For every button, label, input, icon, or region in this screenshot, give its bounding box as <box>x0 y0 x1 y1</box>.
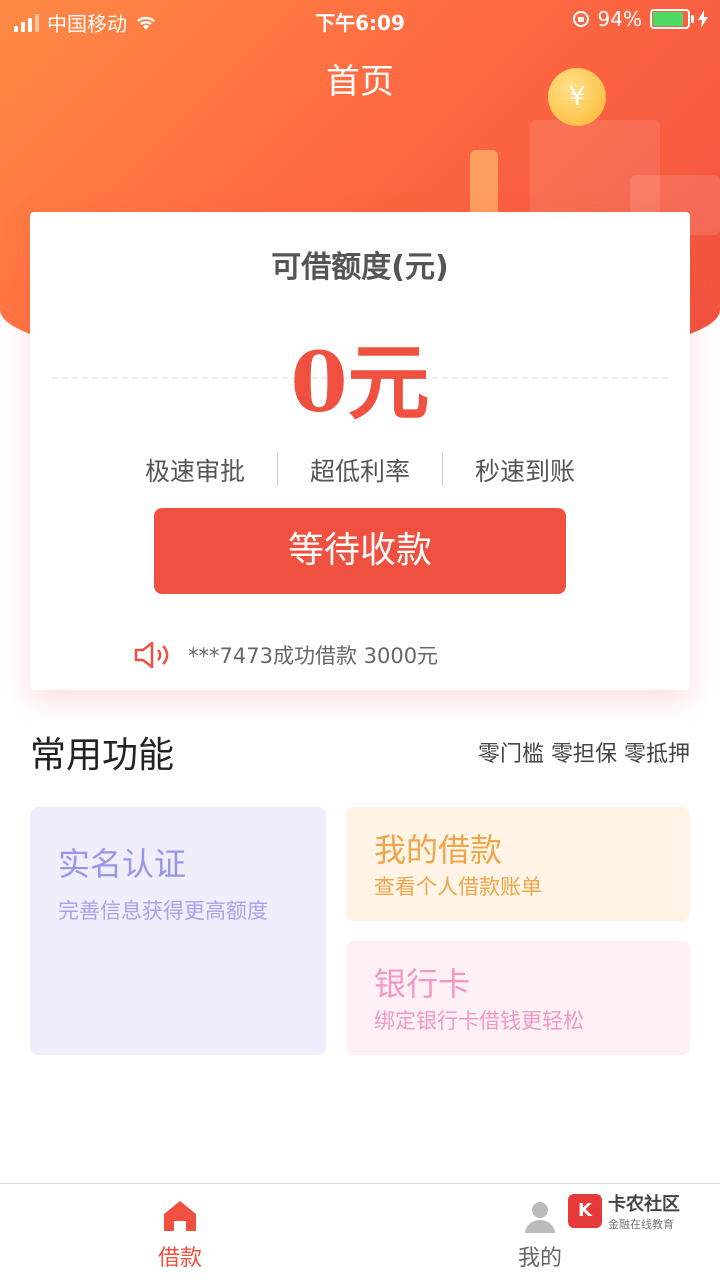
tab-label: 我的 <box>517 1246 562 1271</box>
feature-list: 极速审批 超低利率 秒速到账 <box>30 452 690 488</box>
section-title: 常用功能 <box>30 735 175 776</box>
status-bar: 中国移动 下午6:09 94% <box>0 0 720 40</box>
wait-payment-button[interactable]: 等待收款 <box>154 508 566 594</box>
watermark-logo: K <box>568 1194 602 1228</box>
feature-item: 秒速到账 <box>474 457 575 486</box>
section-subtitle: 零门槛 零担保 零抵押 <box>478 742 690 767</box>
person-decoration <box>470 150 498 220</box>
home-icon <box>164 1201 196 1231</box>
tile-subtitle: 查看个人借款账单 <box>374 875 542 899</box>
feature-item: 超低利率 <box>309 457 410 486</box>
watermark-subtitle: 金融在线教育 <box>608 1218 674 1231</box>
notice-text: ***7473成功借款 3000元 <box>188 644 439 668</box>
tab-loan[interactable]: 借款 <box>120 1198 240 1272</box>
credit-card-panel: 可借额度(元) 0元 极速审批 超低利率 秒速到账 等待收款 ***7473成功… <box>30 212 690 690</box>
watermark: K 卡农社区 金融在线教育 <box>568 1190 680 1232</box>
loan-notice: ***7473成功借款 3000元 <box>134 640 438 670</box>
tile-title: 我的借款 <box>374 831 503 869</box>
tab-label: 借款 <box>157 1246 202 1271</box>
feature-item: 极速审批 <box>144 457 245 486</box>
charging-icon <box>698 10 708 28</box>
my-loans-tile[interactable]: 我的借款 查看个人借款账单 <box>346 807 690 921</box>
watermark-title: 卡农社区 <box>608 1194 680 1215</box>
real-name-auth-tile[interactable]: 实名认证 完善信息获得更高额度 <box>30 807 326 1055</box>
tile-title: 银行卡 <box>374 965 471 1003</box>
page-title: 首页 <box>326 62 394 102</box>
credit-label: 可借额度(元) <box>271 250 449 285</box>
user-icon <box>525 1202 555 1233</box>
tile-subtitle: 绑定银行卡借钱更轻松 <box>374 1009 584 1033</box>
credit-amount: 0元 <box>290 335 430 431</box>
rotation-lock-icon <box>572 11 589 27</box>
bank-card-tile[interactable]: 银行卡 绑定银行卡借钱更轻松 <box>346 941 690 1055</box>
battery-percent: 94% <box>597 7 642 31</box>
speaker-icon <box>134 641 169 669</box>
battery-icon <box>650 9 694 29</box>
tile-subtitle: 完善信息获得更高额度 <box>58 899 268 923</box>
tile-title: 实名认证 <box>58 845 187 883</box>
